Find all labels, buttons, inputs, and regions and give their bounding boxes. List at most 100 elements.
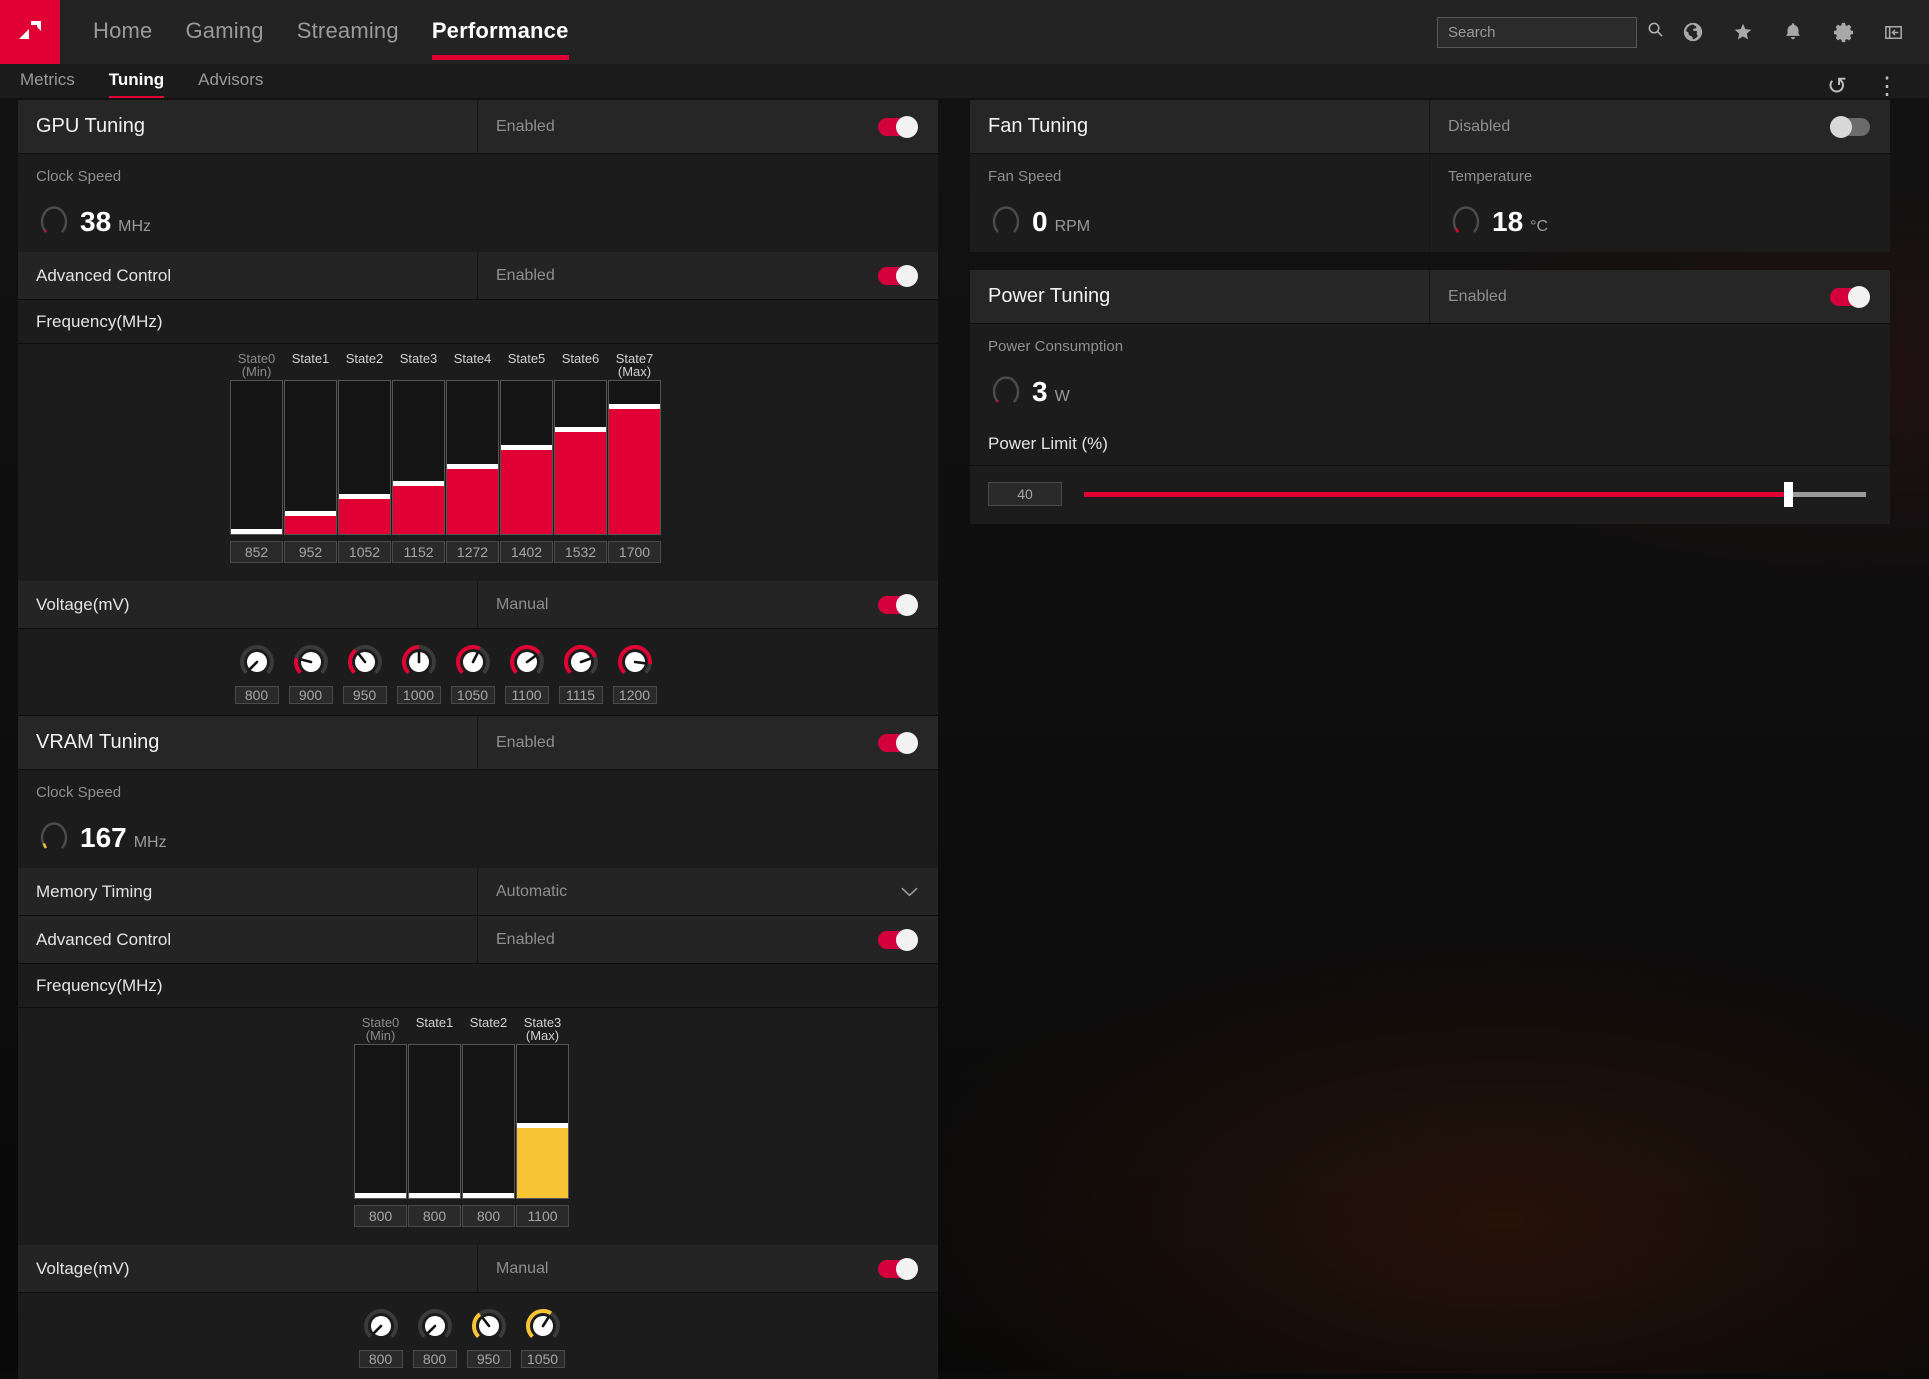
voltage-value-box[interactable]: 1050 <box>520 1350 565 1368</box>
voltage-value-box[interactable]: 1200 <box>612 686 657 704</box>
voltage-knob-cell[interactable]: 1050 <box>446 643 499 704</box>
power-limit-value[interactable]: 40 <box>988 482 1062 506</box>
voltage-value-box[interactable]: 1115 <box>558 686 603 704</box>
frequency-bar-column[interactable]: State1 952 <box>284 350 337 563</box>
frequency-value-box[interactable]: 852 <box>230 541 283 563</box>
voltage-knob-cell[interactable]: 1115 <box>554 643 607 704</box>
voltage-value-box[interactable]: 950 <box>466 1350 511 1368</box>
voltage-knob-dial[interactable] <box>616 643 654 681</box>
search-box[interactable] <box>1437 16 1663 48</box>
frequency-bar-track[interactable] <box>462 1044 515 1199</box>
voltage-knob-dial[interactable] <box>524 1307 562 1345</box>
voltage-value-box[interactable]: 1050 <box>450 686 495 704</box>
voltage-knob-cell[interactable]: 950 <box>462 1307 515 1368</box>
voltage-knob-cell[interactable]: 800 <box>408 1307 461 1368</box>
frequency-bar-column[interactable]: State4 1272 <box>446 350 499 563</box>
voltage-knob-dial[interactable] <box>400 643 438 681</box>
power-limit-slider[interactable] <box>1084 481 1866 507</box>
nav-item-performance[interactable]: Performance <box>431 18 569 60</box>
nav-item-streaming[interactable]: Streaming <box>297 18 399 46</box>
frequency-bar-column[interactable]: State0 (Min) 852 <box>230 350 283 563</box>
voltage-knob-dial[interactable] <box>562 643 600 681</box>
voltage-knob-dial[interactable] <box>416 1307 454 1345</box>
globe-icon[interactable] <box>1673 12 1713 52</box>
voltage-knob-cell[interactable]: 1000 <box>392 643 445 704</box>
voltage-knob-dial[interactable] <box>292 643 330 681</box>
gpu-advanced-control-toggle[interactable] <box>878 264 918 287</box>
voltage-knob-dial[interactable] <box>238 643 276 681</box>
frequency-bar-track[interactable] <box>500 380 553 535</box>
frequency-bar-column[interactable]: State3 1152 <box>392 350 445 563</box>
frequency-value-box[interactable]: 1052 <box>338 541 391 563</box>
frequency-bar-track[interactable] <box>408 1044 461 1199</box>
gpu-voltage-toggle[interactable] <box>878 593 918 616</box>
bell-icon[interactable] <box>1773 12 1813 52</box>
vram-voltage-toggle[interactable] <box>878 1257 918 1280</box>
voltage-value-box[interactable]: 900 <box>288 686 333 704</box>
frequency-bar-track[interactable] <box>338 380 391 535</box>
voltage-value-box[interactable]: 800 <box>358 1350 403 1368</box>
frequency-bar-column[interactable]: State7 (Max) 1700 <box>608 350 661 563</box>
amd-logo[interactable] <box>0 0 60 64</box>
frequency-bar-column[interactable]: State6 1532 <box>554 350 607 563</box>
voltage-knob-dial[interactable] <box>346 643 384 681</box>
voltage-knob-dial[interactable] <box>508 643 546 681</box>
voltage-knob-dial[interactable] <box>362 1307 400 1345</box>
voltage-value-box[interactable]: 800 <box>412 1350 457 1368</box>
vram-memory-timing-row[interactable]: Memory Timing Automatic <box>18 868 938 916</box>
voltage-knob-cell[interactable]: 800 <box>230 643 283 704</box>
voltage-knob-cell[interactable]: 1100 <box>500 643 553 704</box>
frequency-value-box[interactable]: 800 <box>462 1205 515 1227</box>
chevron-down-icon[interactable] <box>901 882 918 902</box>
frequency-bar-column[interactable]: State2 800 <box>462 1014 515 1227</box>
panel-collapse-icon[interactable] <box>1873 12 1913 52</box>
search-input[interactable] <box>1448 23 1647 41</box>
power-limit-slider-thumb[interactable] <box>1783 481 1793 507</box>
frequency-bar-column[interactable]: State3 (Max) 1100 <box>516 1014 569 1227</box>
frequency-value-box[interactable]: 1272 <box>446 541 499 563</box>
frequency-bar-column[interactable]: State1 800 <box>408 1014 461 1227</box>
frequency-value-box[interactable]: 1402 <box>500 541 553 563</box>
voltage-value-box[interactable]: 950 <box>342 686 387 704</box>
frequency-value-box[interactable]: 1100 <box>516 1205 569 1227</box>
frequency-bar-track[interactable] <box>354 1044 407 1199</box>
frequency-bar-track[interactable] <box>284 380 337 535</box>
search-icon[interactable] <box>1647 21 1664 43</box>
gpu-tuning-toggle[interactable] <box>878 115 918 138</box>
voltage-knob-cell[interactable]: 800 <box>354 1307 407 1368</box>
nav-item-gaming[interactable]: Gaming <box>186 18 264 46</box>
voltage-value-box[interactable]: 1100 <box>504 686 549 704</box>
subtab-tuning[interactable]: Tuning <box>108 64 165 100</box>
gear-icon[interactable] <box>1823 12 1863 52</box>
vram-advanced-control-toggle[interactable] <box>878 928 918 951</box>
frequency-bar-column[interactable]: State0 (Min) 800 <box>354 1014 407 1227</box>
fan-tuning-toggle[interactable] <box>1830 115 1870 138</box>
frequency-bar-track[interactable] <box>554 380 607 535</box>
frequency-value-box[interactable]: 1152 <box>392 541 445 563</box>
frequency-bar-track[interactable] <box>608 380 661 535</box>
frequency-bar-track[interactable] <box>392 380 445 535</box>
power-tuning-toggle[interactable] <box>1830 285 1870 308</box>
frequency-value-box[interactable]: 800 <box>408 1205 461 1227</box>
frequency-value-box[interactable]: 952 <box>284 541 337 563</box>
voltage-knob-cell[interactable]: 1050 <box>516 1307 569 1368</box>
frequency-value-box[interactable]: 1700 <box>608 541 661 563</box>
frequency-bar-track[interactable] <box>516 1044 569 1199</box>
voltage-knob-dial[interactable] <box>470 1307 508 1345</box>
vram-memory-timing-select[interactable]: Automatic <box>478 868 938 915</box>
frequency-value-box[interactable]: 1532 <box>554 541 607 563</box>
voltage-value-box[interactable]: 800 <box>234 686 279 704</box>
voltage-value-box[interactable]: 1000 <box>396 686 441 704</box>
voltage-knob-cell[interactable]: 1200 <box>608 643 661 704</box>
frequency-bar-track[interactable] <box>446 380 499 535</box>
voltage-knob-cell[interactable]: 900 <box>284 643 337 704</box>
frequency-bar-column[interactable]: State5 1402 <box>500 350 553 563</box>
voltage-knob-cell[interactable]: 950 <box>338 643 391 704</box>
star-icon[interactable] <box>1723 12 1763 52</box>
subtab-metrics[interactable]: Metrics <box>20 64 75 90</box>
frequency-bar-track[interactable] <box>230 380 283 535</box>
vram-tuning-toggle[interactable] <box>878 731 918 754</box>
subtab-advisors[interactable]: Advisors <box>198 64 263 90</box>
frequency-bar-column[interactable]: State2 1052 <box>338 350 391 563</box>
voltage-knob-dial[interactable] <box>454 643 492 681</box>
